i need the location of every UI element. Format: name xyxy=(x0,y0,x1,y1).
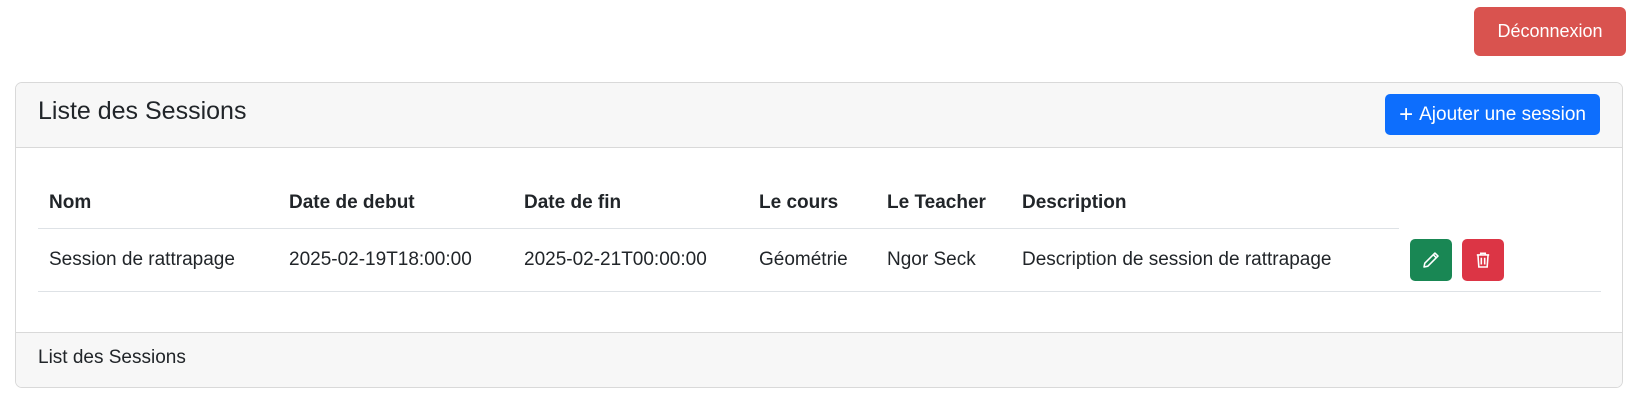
add-session-button[interactable]: + Ajouter une session xyxy=(1385,94,1600,135)
cell-nom: Session de rattrapage xyxy=(38,228,278,292)
footer-text: List des Sessions xyxy=(38,347,186,368)
sessions-table: Nom Date de debut Date de fin Le cours L… xyxy=(38,178,1601,292)
table-header-row: Nom Date de debut Date de fin Le cours L… xyxy=(38,178,1601,229)
column-header-actions xyxy=(1399,178,1601,229)
cell-cours: Géométrie xyxy=(748,228,876,292)
column-header-date-fin: Date de fin xyxy=(513,178,748,229)
logout-button[interactable]: Déconnexion xyxy=(1474,7,1626,56)
column-header-date-debut: Date de debut xyxy=(278,178,513,229)
plus-icon: + xyxy=(1399,100,1414,128)
cell-date-fin: 2025-02-21T00:00:00 xyxy=(513,228,748,292)
column-header-teacher: Le Teacher xyxy=(876,178,1011,229)
pencil-icon xyxy=(1423,251,1439,268)
column-header-nom: Nom xyxy=(38,178,278,229)
cell-date-debut: 2025-02-19T18:00:00 xyxy=(278,228,513,292)
cell-description: Description de session de rattrapage xyxy=(1011,228,1399,292)
card-footer: List des Sessions xyxy=(16,332,1622,387)
card-title: Liste des Sessions xyxy=(38,97,247,125)
table-row: Session de rattrapage 2025-02-19T18:00:0… xyxy=(38,228,1601,292)
column-header-description: Description xyxy=(1011,178,1399,229)
sessions-card: Liste des Sessions + Ajouter une session… xyxy=(15,82,1623,388)
trash-icon xyxy=(1476,252,1490,268)
delete-button[interactable] xyxy=(1462,238,1504,281)
row-actions xyxy=(1410,238,1590,281)
cell-actions xyxy=(1399,228,1601,292)
column-header-cours: Le cours xyxy=(748,178,876,229)
cell-teacher: Ngor Seck xyxy=(876,228,1011,292)
edit-button[interactable] xyxy=(1410,238,1452,281)
card-header: Liste des Sessions + Ajouter une session xyxy=(16,83,1622,148)
add-session-label: Ajouter une session xyxy=(1419,103,1586,125)
